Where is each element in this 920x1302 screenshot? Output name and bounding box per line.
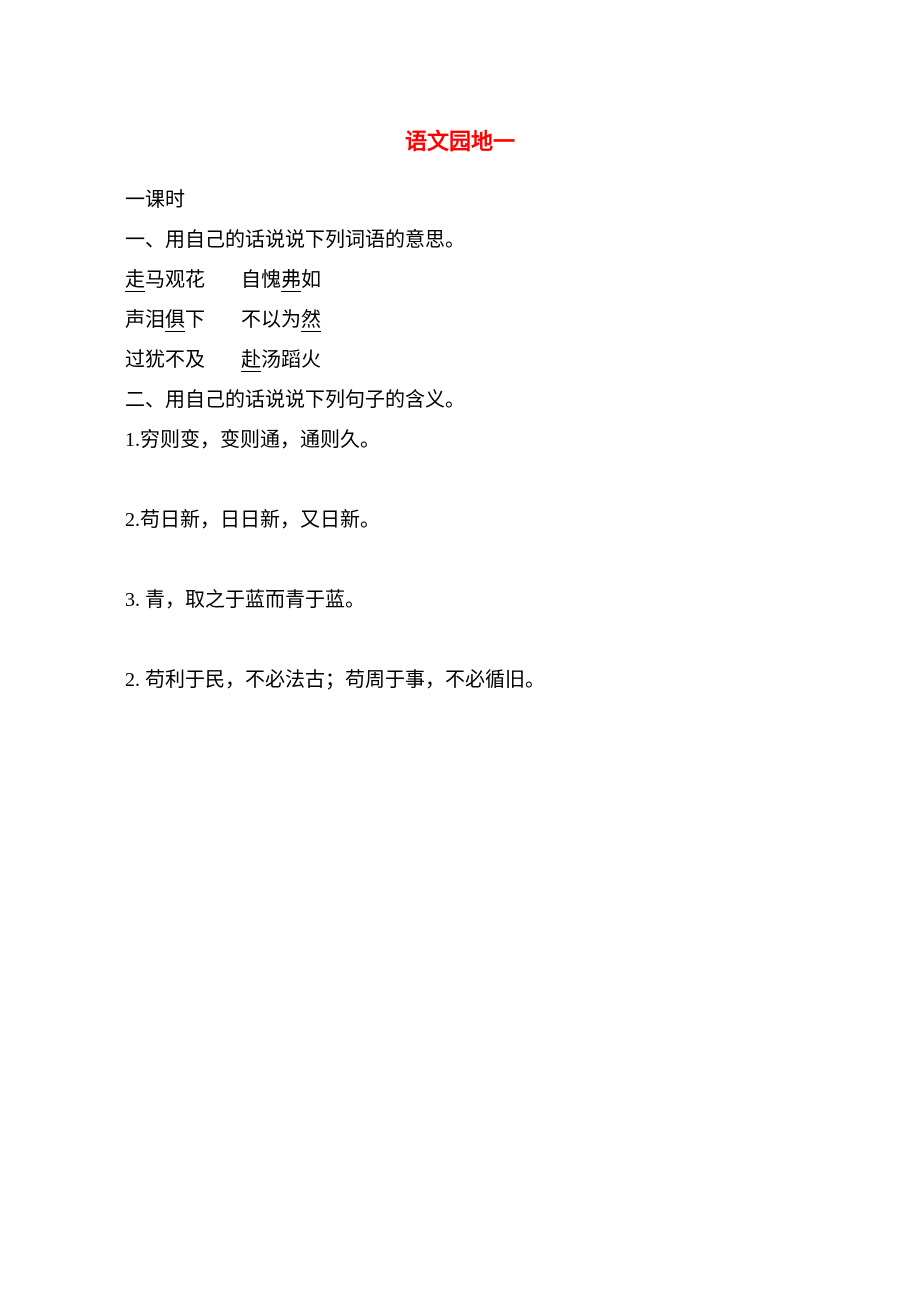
- idiom-row-1: 走马观花 自愧弗如: [125, 260, 795, 300]
- idiom-text: 过犹不及: [125, 349, 205, 371]
- idiom-text: 马观花: [145, 269, 205, 291]
- idiom-text: 自愧: [241, 269, 281, 291]
- idiom-text: 下: [185, 309, 205, 331]
- underlined-char: 赴: [241, 349, 261, 372]
- question-4: 2. 苟利于民，不必法古；苟周于事，不必循旧。: [125, 660, 795, 700]
- question-1: 1.穷则变，变则通，通则久。: [125, 420, 795, 460]
- underlined-char: 俱: [165, 309, 185, 332]
- idiom-text: 声泪: [125, 309, 165, 331]
- idiom-row-2: 声泪俱下 不以为然: [125, 300, 795, 340]
- idiom-text: 不以为: [241, 309, 301, 331]
- section-1-heading: 一、用自己的话说说下列词语的意思。: [125, 220, 795, 260]
- section-2-heading: 二、用自己的话说说下列句子的含义。: [125, 380, 795, 420]
- lesson-label: 一课时: [125, 180, 795, 220]
- underlined-char: 弗: [281, 269, 301, 292]
- idiom-text: 如: [301, 269, 321, 291]
- idiom-text: 汤蹈火: [261, 349, 321, 371]
- question-3: 3. 青，取之于蓝而青于蓝。: [125, 580, 795, 620]
- document-title: 语文园地一: [125, 120, 795, 164]
- question-2: 2.苟日新，日日新，又日新。: [125, 500, 795, 540]
- idiom-row-3: 过犹不及 赴汤蹈火: [125, 340, 795, 380]
- underlined-char: 然: [301, 309, 321, 332]
- underlined-char: 走: [125, 269, 145, 292]
